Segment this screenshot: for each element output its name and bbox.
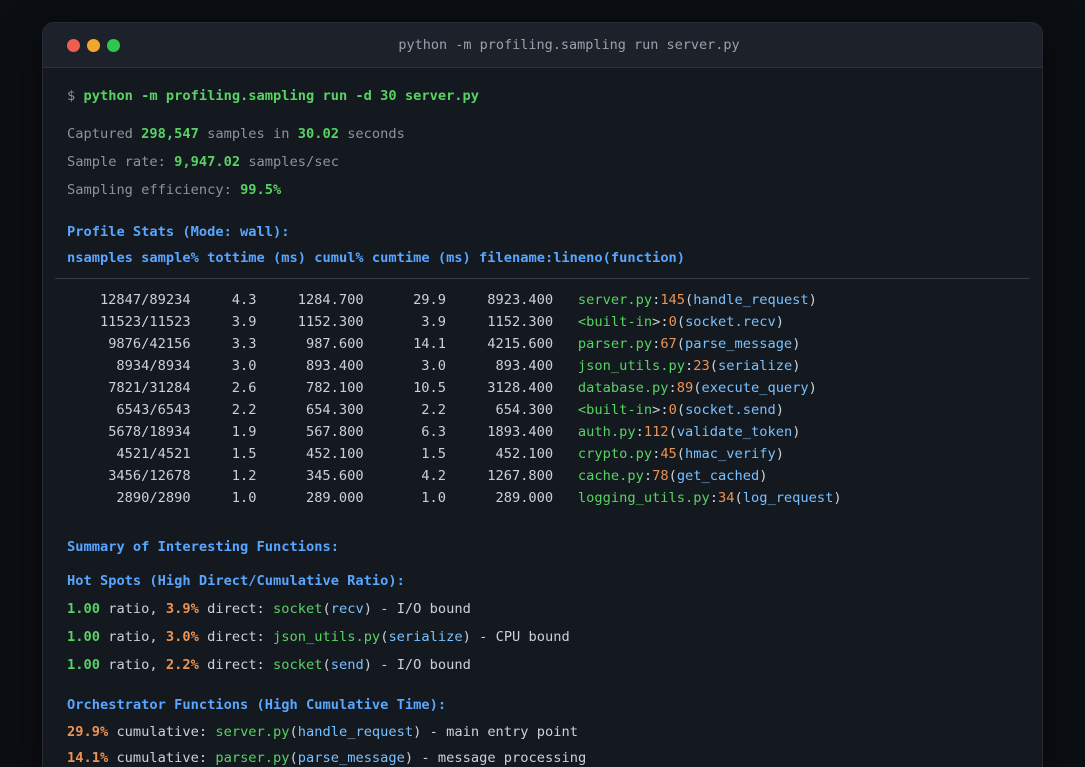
zoom-button[interactable] <box>107 38 120 52</box>
minimize-button[interactable] <box>87 38 100 52</box>
hot-spot-line: 1.00 ratio, 2.2% direct: socket(send) - … <box>67 657 471 673</box>
table-row: 8934/8934 3.0 893.400 3.0 893.400 json_utils… <box>116 358 801 374</box>
table-row: 5678/18934 1.9 567.800 6.3 1893.400 auth.py:… <box>108 424 801 440</box>
table-row: 7821/31284 2.6 782.100 10.5 3128.400 databas… <box>108 380 817 396</box>
terminal-window: python -m profiling.sampling run server.… <box>42 22 1043 767</box>
profile-stats-header: Profile Stats (Mode: wall): <box>67 224 290 240</box>
table-row: 4521/4521 1.5 452.100 1.5 452.100 crypto.py:… <box>116 446 784 462</box>
command-line: $ python -m profiling.sampling run -d 30… <box>67 88 480 104</box>
table-row: 3456/12678 1.2 345.600 4.2 1267.800 cache.py… <box>108 468 768 484</box>
orchestrator-line: 29.9% cumulative: server.py(handle_reque… <box>67 724 578 740</box>
summary-header: Summary of Interesting Functions: <box>67 539 339 555</box>
stat-line: Sample rate: 9,947.02 samples/sec <box>67 154 339 170</box>
table-row: 2890/2890 1.0 289.000 1.0 289.000 logging_ut… <box>116 490 842 506</box>
traffic-lights <box>67 38 120 52</box>
orchestrator-line: 14.1% cumulative: parser.py(parse_messag… <box>67 750 587 766</box>
table-row: 9876/42156 3.3 987.600 14.1 4215.600 parser.… <box>108 336 801 352</box>
table-row: 11523/11523 3.9 1152.300 3.9 1152.300 <built… <box>99 314 784 330</box>
hot-spots-header: Hot Spots (High Direct/Cumulative Ratio)… <box>67 573 405 589</box>
orchestrator-header: Orchestrator Functions (High Cumulative … <box>67 697 447 713</box>
close-button[interactable] <box>67 38 80 52</box>
table-row: 6543/6543 2.2 654.300 2.2 654.300 <built-in>… <box>116 402 784 418</box>
title-bar[interactable]: python -m profiling.sampling run server.… <box>43 23 1042 68</box>
window-title: python -m profiling.sampling run server.… <box>398 37 740 53</box>
table-divider <box>55 278 1030 279</box>
table-columns-header: nsamples sample% tottime (ms) cumul% cum… <box>67 250 686 266</box>
hot-spot-line: 1.00 ratio, 3.0% direct: json_utils.py(s… <box>67 629 570 645</box>
stat-line: Captured 298,547 samples in 30.02 second… <box>67 126 405 142</box>
terminal-output: $ python -m profiling.sampling run -d 30… <box>43 68 1042 767</box>
stat-line: Sampling efficiency: 99.5% <box>67 182 282 198</box>
hot-spot-line: 1.00 ratio, 3.9% direct: socket(recv) - … <box>67 601 471 617</box>
table-row: 12847/89234 4.3 1284.700 29.9 8923.400 serve… <box>99 292 817 308</box>
